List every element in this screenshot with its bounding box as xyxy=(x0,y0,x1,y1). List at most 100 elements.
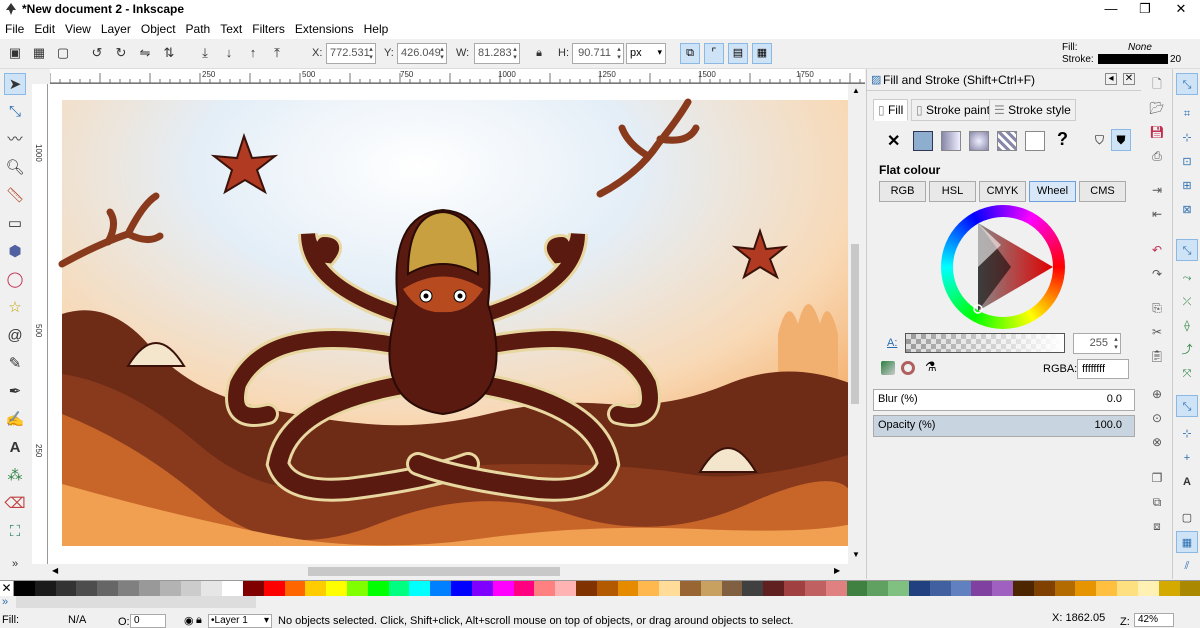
palette-swatch[interactable] xyxy=(555,581,576,597)
raise-to-top-icon[interactable]: ⤒ xyxy=(268,44,286,62)
pencil-tool-icon[interactable]: ✎ xyxy=(4,353,26,375)
palette-swatch[interactable] xyxy=(1137,581,1159,597)
rotate-cw-icon[interactable]: ↻ xyxy=(112,44,130,62)
palette-swatch[interactable] xyxy=(1117,581,1138,597)
color-mode-cms[interactable]: CMS xyxy=(1079,181,1126,202)
palette-swatch[interactable] xyxy=(534,581,556,597)
zoom-page-icon[interactable]: ⊗ xyxy=(1148,433,1166,451)
style-stroke-swatch[interactable] xyxy=(1098,54,1168,64)
fill-rule-evenodd-icon[interactable]: ⛉ xyxy=(1095,133,1104,148)
snap-rotation-center-icon[interactable]: + xyxy=(1176,447,1198,469)
snap-bbox-corner-icon[interactable]: ⊡ xyxy=(1176,151,1198,173)
palette-swatch[interactable] xyxy=(97,581,119,597)
deselect-icon[interactable]: ▢ xyxy=(54,44,72,62)
snap-nodes-icon[interactable]: ⤡ xyxy=(1176,239,1198,261)
palette-swatch[interactable] xyxy=(680,581,701,597)
palette-swatch[interactable] xyxy=(804,581,826,597)
scale-stroke-toggle[interactable]: ⧉ xyxy=(680,43,700,64)
palette-swatch[interactable] xyxy=(55,581,77,597)
panel-close-icon[interactable]: ✕ xyxy=(1123,73,1135,85)
palette-swatch[interactable] xyxy=(971,581,993,597)
palette-swatch[interactable] xyxy=(700,581,722,597)
select-all-icon[interactable]: ▣ xyxy=(6,44,24,62)
minimize-button[interactable]: — xyxy=(1094,0,1128,20)
flip-vertical-icon[interactable]: ⇅ xyxy=(160,44,178,62)
layer-lock-icon[interactable]: 🔒︎ xyxy=(196,614,202,627)
tab-fill[interactable]: ▯ Fill xyxy=(873,99,909,121)
paint-bucket-tool-icon[interactable]: ⛶ xyxy=(4,521,26,543)
zoom-selection-icon[interactable]: ⊕ xyxy=(1148,385,1166,403)
rgba-input[interactable]: ffffffff xyxy=(1077,359,1129,379)
palette-swatch[interactable] xyxy=(1054,581,1076,597)
palette-swatch[interactable] xyxy=(1096,581,1118,597)
selector-tool-icon[interactable]: ➤ xyxy=(4,73,26,95)
zoom-drawing-icon[interactable]: ⊙ xyxy=(1148,409,1166,427)
palette-swatch[interactable] xyxy=(305,581,327,597)
export-icon[interactable]: ⇤ xyxy=(1148,205,1166,223)
layer-visibility-icon[interactable]: ◉ xyxy=(184,614,194,627)
snap-midpoint-icon[interactable]: ⤧ xyxy=(1176,363,1198,385)
alpha-input[interactable]: 255 xyxy=(1073,333,1121,354)
palette-swatch[interactable] xyxy=(409,581,431,597)
palette-swatch[interactable] xyxy=(721,581,743,597)
palette-swatch[interactable] xyxy=(34,581,56,597)
status-expand-icon[interactable]: » xyxy=(2,596,8,608)
snap-cusp-icon[interactable]: ⟠ xyxy=(1176,315,1198,337)
fill-rule-nonzero-icon[interactable]: ⛊ xyxy=(1111,129,1131,151)
panel-iconify-icon[interactable]: ◂ xyxy=(1105,73,1117,85)
palette-swatch[interactable] xyxy=(513,581,535,597)
palette-swatch[interactable] xyxy=(825,581,847,597)
node-tool-icon[interactable]: ⤡ xyxy=(4,101,26,123)
horizontal-scrollbar[interactable]: ◀ ▶ xyxy=(48,564,852,579)
palette-swatch[interactable] xyxy=(992,581,1013,597)
pen-tool-icon[interactable]: ✒ xyxy=(4,381,26,403)
menu-edit[interactable]: Edit xyxy=(29,20,60,38)
copy-icon[interactable]: ⎘ xyxy=(1148,299,1166,317)
cut-icon[interactable]: ✂ xyxy=(1148,323,1166,341)
3d-box-tool-icon[interactable]: ⬢ xyxy=(4,241,26,263)
snap-others-icon[interactable]: ⤡ xyxy=(1176,395,1198,417)
maximize-button[interactable]: ❐ xyxy=(1128,0,1162,20)
transform-gradients-toggle[interactable]: ▤ xyxy=(728,43,748,64)
menu-layer[interactable]: Layer xyxy=(96,20,136,38)
scroll-up-icon[interactable]: ▲ xyxy=(852,86,860,95)
tweak-tool-icon[interactable]: 〰 xyxy=(4,129,26,151)
flip-horizontal-icon[interactable]: ⇋ xyxy=(136,44,154,62)
snap-bbox-center-icon[interactable]: ⊠ xyxy=(1176,199,1198,221)
palette-swatch[interactable] xyxy=(638,581,660,597)
menu-filters[interactable]: Filters xyxy=(247,20,290,38)
layer-select[interactable]: •Layer 1 ▾ xyxy=(208,614,272,628)
color-managed-icon[interactable] xyxy=(881,361,895,375)
color-mode-wheel[interactable]: Wheel xyxy=(1029,181,1076,202)
palette-swatch[interactable] xyxy=(867,581,889,597)
duplicate-icon[interactable]: ❐ xyxy=(1148,469,1166,487)
palette-swatch[interactable] xyxy=(180,581,202,597)
palette-swatch[interactable] xyxy=(492,581,514,597)
snap-smooth-icon[interactable]: ⤴ xyxy=(1176,339,1198,361)
menu-extensions[interactable]: Extensions xyxy=(290,20,359,38)
palette-swatch[interactable] xyxy=(908,581,930,597)
zoom-tool-icon[interactable]: 🔍︎ xyxy=(4,157,26,179)
unset-paint-icon[interactable]: ? xyxy=(1057,129,1068,150)
color-triangle[interactable] xyxy=(941,205,1065,329)
out-of-gamut-icon[interactable] xyxy=(901,361,915,375)
scroll-right-icon[interactable]: ▶ xyxy=(834,566,840,575)
snap-page-icon[interactable]: ▢ xyxy=(1176,507,1198,529)
lower-to-bottom-icon[interactable]: ⤓ xyxy=(196,44,214,62)
palette-swatch[interactable] xyxy=(888,581,909,597)
palette-swatch[interactable] xyxy=(617,581,639,597)
color-wheel[interactable] xyxy=(941,205,1065,329)
color-mode-cmyk[interactable]: CMYK xyxy=(979,181,1026,202)
text-tool-icon[interactable]: A xyxy=(4,437,26,459)
menu-object[interactable]: Object xyxy=(136,20,181,38)
menu-text[interactable]: Text xyxy=(215,20,247,38)
tab-stroke-style[interactable]: ☰ Stroke style xyxy=(989,99,1076,121)
palette-swatch[interactable] xyxy=(118,581,139,597)
menu-view[interactable]: View xyxy=(60,20,96,38)
palette-swatch[interactable] xyxy=(242,581,264,597)
palette-swatch[interactable] xyxy=(1075,581,1097,597)
clone-icon[interactable]: ⧉ xyxy=(1148,493,1166,511)
open-icon[interactable]: 📂︎ xyxy=(1148,99,1166,117)
close-button[interactable]: ✕ xyxy=(1164,0,1198,20)
palette-swatch[interactable] xyxy=(784,581,805,597)
